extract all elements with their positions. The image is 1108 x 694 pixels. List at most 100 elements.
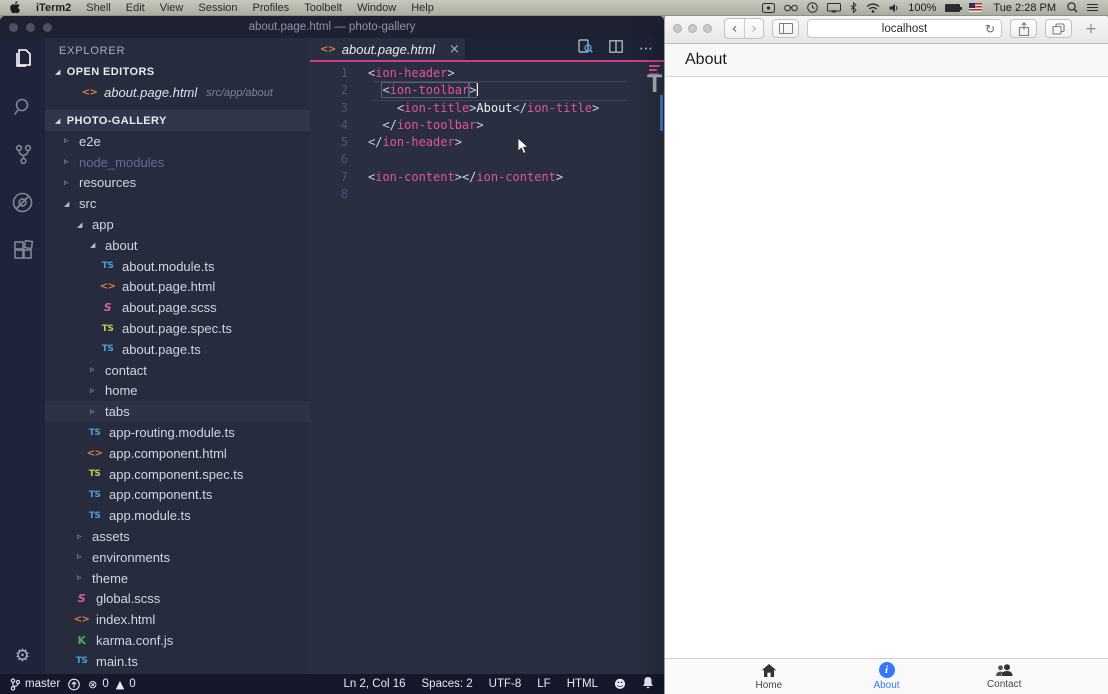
code-line-5[interactable]: </ion-header> bbox=[368, 134, 599, 151]
language-mode[interactable]: HTML bbox=[567, 678, 598, 690]
window-controls[interactable] bbox=[673, 24, 712, 33]
tree-item-app.component.spec.ts[interactable]: TSapp.component.spec.ts bbox=[45, 464, 310, 485]
feedback-smiley-icon[interactable]: ☻ bbox=[614, 677, 626, 691]
scrollbar-slider[interactable] bbox=[660, 95, 664, 131]
gear-icon[interactable]: ⚙ bbox=[15, 646, 30, 666]
tree-item-environments[interactable]: ▹environments bbox=[45, 547, 310, 568]
error-count[interactable]: ⊗ 0 bbox=[88, 678, 109, 691]
branch-indicator[interactable]: master bbox=[10, 678, 60, 691]
share-button[interactable] bbox=[1010, 19, 1037, 38]
back-button[interactable]: ‹ bbox=[725, 19, 744, 38]
tree-item-resources[interactable]: ▹resources bbox=[45, 173, 310, 194]
window-controls[interactable] bbox=[9, 23, 52, 32]
code-line-1[interactable]: <ion-header> bbox=[368, 65, 599, 82]
spotlight-icon[interactable] bbox=[1067, 2, 1078, 13]
tree-item-about.page.ts[interactable]: TSabout.page.ts bbox=[45, 339, 310, 360]
open-preview-icon[interactable] bbox=[578, 39, 593, 59]
volume-icon[interactable] bbox=[889, 3, 899, 13]
search-icon[interactable] bbox=[8, 93, 38, 120]
tree-item-src[interactable]: ◢src bbox=[45, 193, 310, 214]
more-actions-icon[interactable]: ⋯ bbox=[639, 41, 654, 57]
explorer-icon[interactable] bbox=[8, 45, 38, 72]
tab-about-page-html[interactable]: <> about.page.html × bbox=[310, 38, 465, 60]
menu-view[interactable]: View bbox=[160, 2, 184, 14]
indent-setting[interactable]: Spaces: 2 bbox=[422, 678, 473, 690]
menu-profiles[interactable]: Profiles bbox=[253, 2, 290, 14]
tab-about[interactable]: i About bbox=[828, 659, 946, 694]
new-tab-button[interactable]: + bbox=[1082, 21, 1100, 37]
tree-item-assets[interactable]: ▹assets bbox=[45, 526, 310, 547]
notifications-bell-icon[interactable] bbox=[642, 676, 654, 692]
code-line-3[interactable]: <ion-title>About</ion-title> bbox=[368, 100, 599, 117]
tree-item-about[interactable]: ◢about bbox=[45, 235, 310, 256]
sidebar-toggle-button[interactable] bbox=[772, 19, 799, 38]
encoding-setting[interactable]: UTF-8 bbox=[489, 678, 522, 690]
warning-count[interactable]: ▲ 0 bbox=[116, 678, 136, 691]
address-bar[interactable]: localhost ↻ bbox=[807, 19, 1002, 38]
close-window-button[interactable] bbox=[673, 24, 682, 33]
code-line-4[interactable]: </ion-toolbar> bbox=[368, 117, 599, 134]
tree-item-contact[interactable]: ▹contact bbox=[45, 360, 310, 381]
tree-item-global.scss[interactable]: Sglobal.scss bbox=[45, 589, 310, 610]
zoom-window-button[interactable] bbox=[43, 23, 52, 32]
tree-item-index.html[interactable]: <>index.html bbox=[45, 609, 310, 630]
close-window-button[interactable] bbox=[9, 23, 18, 32]
tree-item-theme[interactable]: ▹theme bbox=[45, 568, 310, 589]
vscode-titlebar[interactable]: about.page.html — photo-gallery bbox=[0, 16, 664, 38]
tree-item-about.page.spec.ts[interactable]: TSabout.page.spec.ts bbox=[45, 318, 310, 339]
menubar-clock[interactable]: Tue 2:28 PM bbox=[991, 2, 1058, 14]
menu-window[interactable]: Window bbox=[357, 2, 396, 14]
tree-item-karma.conf.js[interactable]: Kkarma.conf.js bbox=[45, 630, 310, 651]
tree-item-main.ts[interactable]: TSmain.ts bbox=[45, 651, 310, 672]
project-section-header[interactable]: ◢ PHOTO-GALLERY bbox=[45, 110, 310, 131]
open-editor-item[interactable]: <> about.page.html src/app/about bbox=[45, 82, 310, 103]
eol-setting[interactable]: LF bbox=[537, 678, 550, 690]
tree-item-about.page.scss[interactable]: Sabout.page.scss bbox=[45, 297, 310, 318]
apple-menu-icon[interactable] bbox=[10, 1, 21, 14]
source-control-icon[interactable] bbox=[8, 141, 38, 168]
menu-edit[interactable]: Edit bbox=[126, 2, 145, 14]
open-editors-header[interactable]: ◢ OPEN EDITORS bbox=[45, 62, 310, 82]
minimize-window-button[interactable] bbox=[26, 23, 35, 32]
tree-item-about.module.ts[interactable]: TSabout.module.ts bbox=[45, 256, 310, 277]
code-line-8[interactable] bbox=[368, 186, 599, 203]
notification-center-icon[interactable] bbox=[1087, 2, 1098, 13]
code-line-7[interactable]: <ion-content></ion-content> bbox=[368, 169, 599, 186]
split-editor-icon[interactable] bbox=[609, 40, 623, 58]
tab-overview-button[interactable] bbox=[1045, 19, 1072, 38]
battery-icon[interactable] bbox=[945, 4, 960, 12]
code-line-6[interactable] bbox=[368, 151, 599, 168]
menu-app-name[interactable]: iTerm2 bbox=[36, 2, 71, 14]
tree-item-home[interactable]: ▹home bbox=[45, 381, 310, 402]
tree-item-app.module.ts[interactable]: TSapp.module.ts bbox=[45, 505, 310, 526]
menu-session[interactable]: Session bbox=[198, 2, 237, 14]
clock-menu-icon[interactable] bbox=[807, 2, 818, 13]
debug-disabled-icon[interactable] bbox=[8, 189, 38, 216]
tree-item-app.component.ts[interactable]: TSapp.component.ts bbox=[45, 485, 310, 506]
menu-toolbelt[interactable]: Toolbelt bbox=[304, 2, 342, 14]
input-source-flag-icon[interactable] bbox=[969, 3, 982, 12]
tree-item-about.page.html[interactable]: <>about.page.html bbox=[45, 277, 310, 298]
wifi-icon[interactable] bbox=[866, 3, 880, 13]
zoom-window-button[interactable] bbox=[703, 24, 712, 33]
sync-button[interactable] bbox=[67, 678, 81, 691]
airplay-icon[interactable] bbox=[827, 3, 841, 13]
screen-record-icon[interactable] bbox=[762, 3, 775, 13]
tree-item-node_modules[interactable]: ▹node_modules bbox=[45, 152, 310, 173]
extensions-icon[interactable] bbox=[8, 237, 38, 264]
tree-item-app-routing.module.ts[interactable]: TSapp-routing.module.ts bbox=[45, 422, 310, 443]
tree-item-app[interactable]: ◢app bbox=[45, 214, 310, 235]
tab-contact[interactable]: Contact bbox=[945, 659, 1063, 694]
menu-help[interactable]: Help bbox=[411, 2, 434, 14]
minimap[interactable] bbox=[646, 62, 664, 674]
code-editor[interactable]: 12345678 <ion-header> <ion-toolbar> <ion… bbox=[310, 62, 664, 674]
tree-item-tabs[interactable]: ▹tabs bbox=[45, 401, 310, 422]
code-line-2[interactable]: <ion-toolbar> bbox=[368, 82, 599, 99]
bluetooth-icon[interactable] bbox=[850, 2, 857, 13]
tree-item-e2e[interactable]: ▹e2e bbox=[45, 131, 310, 152]
tree-item-app.component.html[interactable]: <>app.component.html bbox=[45, 443, 310, 464]
forward-button[interactable]: › bbox=[744, 19, 763, 38]
menu-shell[interactable]: Shell bbox=[86, 2, 110, 14]
close-tab-icon[interactable]: × bbox=[449, 42, 460, 57]
minimize-window-button[interactable] bbox=[688, 24, 697, 33]
